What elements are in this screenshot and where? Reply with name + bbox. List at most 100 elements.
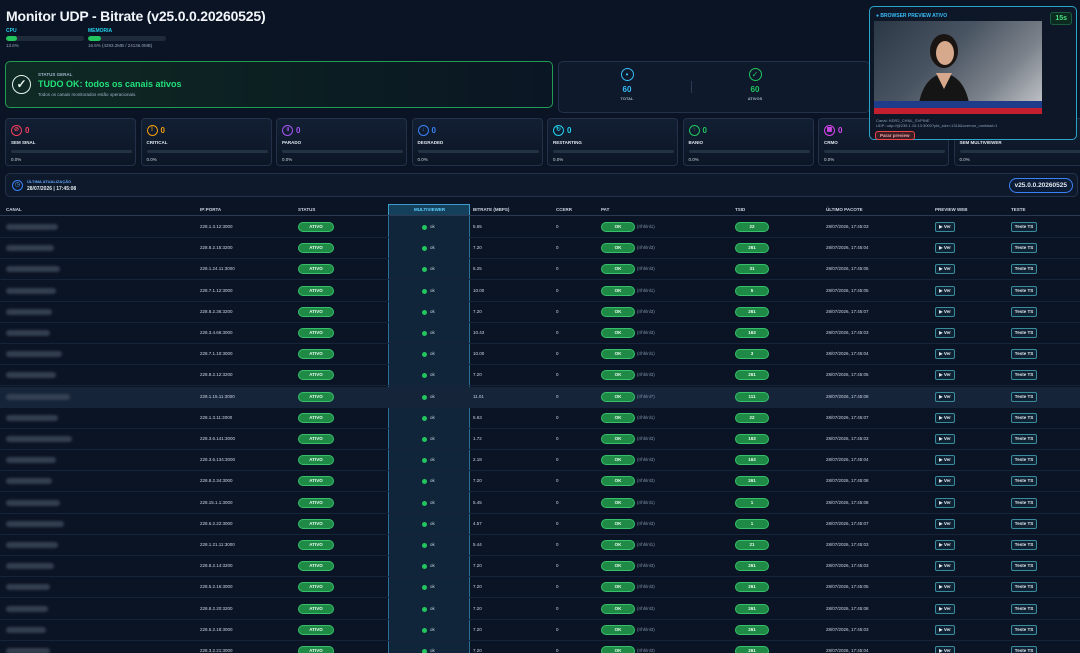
- table-row[interactable]: 228.3.6.134:3000 ATIVO ok 2.18 0 OK (r/hhlnl3)…: [0, 450, 1080, 472]
- channel-name-redacted: [6, 626, 46, 633]
- clock-icon: ◷: [12, 180, 23, 191]
- test-ts-button[interactable]: Teste TS: [1011, 222, 1037, 232]
- test-ts-button[interactable]: Teste TS: [1011, 561, 1037, 572]
- table-row[interactable]: 228.1.3.11:3000 ATIVO ok 5.63 0 OK (r/hhlnl1) 2…: [0, 408, 1080, 429]
- test-ts-button[interactable]: Teste TS: [1011, 370, 1037, 381]
- table-row[interactable]: 228.8.2.20:3200 ATIVO ok 7.20 0 OK (r/hhlnl3) 2…: [0, 599, 1080, 620]
- category-card-critical[interactable]: ! 0 CRITICAL 0.0%: [140, 118, 272, 166]
- ip-port: 228.3.6.141:3000: [200, 436, 236, 441]
- pat-info: (r/hhlnl1): [637, 414, 655, 420]
- bitrate-value: 7.20: [473, 584, 482, 590]
- table-row[interactable]: 228.6.2.22:3000 ATIVO ok 4.57 0 OK (r/hhlnl3) 1…: [0, 514, 1080, 535]
- channel-name-redacted: [6, 457, 56, 464]
- test-ts-button[interactable]: Teste TS: [1011, 603, 1037, 614]
- table-row[interactable]: 228.1.3.12:3000 ATIVO ok 5.65 0 OK (r/hhlnl1) 2…: [0, 217, 1080, 238]
- category-bar: [417, 150, 539, 153]
- test-ts-button[interactable]: Teste TS: [1011, 646, 1037, 653]
- preview-button[interactable]: ▶ Ver: [935, 646, 955, 653]
- page-title: Monitor UDP - Bitrate (v25.0.0.20260525): [6, 8, 266, 24]
- preview-button[interactable]: ▶ Ver: [935, 518, 955, 529]
- category-card-degraded[interactable]: ↓ 0 DEGRADED 0.0%: [411, 118, 543, 166]
- preview-button[interactable]: ▶ Ver: [935, 497, 955, 508]
- test-ts-button[interactable]: Teste TS: [1011, 455, 1037, 466]
- preview-button[interactable]: ▶ Ver: [935, 476, 955, 487]
- total-label: TOTAL: [620, 96, 634, 101]
- table-row[interactable]: 228.3.6.141:3000 ATIVO ok 1.72 0 OK (r/hhlnl3)…: [0, 429, 1080, 450]
- preview-button[interactable]: ▶ Ver: [935, 370, 955, 381]
- pat-badge: OK: [601, 561, 635, 572]
- preview-button[interactable]: ▶ Ver: [935, 624, 955, 635]
- th-tsid[interactable]: TSID: [735, 207, 745, 212]
- preview-button[interactable]: ▶ Ver: [935, 582, 955, 593]
- preview-button[interactable]: ▶ Ver: [935, 328, 955, 338]
- browser-preview-panel: ● BROWSER PREVIEW ATIVO 15s Canal: HDR2_…: [869, 6, 1077, 140]
- category-card-banio[interactable]: ↑ 0 BANIO 0.0%: [682, 118, 814, 166]
- preview-button[interactable]: ▶ Ver: [935, 306, 955, 317]
- th-multiviewer[interactable]: MULTIVIEWER: [414, 207, 445, 212]
- table-row[interactable]: 228.7.1.10:3000 ATIVO ok 10.00 0 OK (r/hhlnl1)…: [0, 344, 1080, 366]
- category-card-sem-sinal[interactable]: ⊘ 0 SEM SINAL 0.0%: [5, 118, 136, 166]
- preview-button[interactable]: ▶ Ver: [935, 603, 955, 614]
- table-row[interactable]: 228.8.2.15:3200 ATIVO ok 7.20 0 OK (r/hhlnl3) 2…: [0, 238, 1080, 260]
- stop-preview-button[interactable]: Parar preview: [875, 131, 915, 140]
- table-row[interactable]: 228.3.2.21:3000 ATIVO ok 7.20 0 OK (r/hhlnl3) 2…: [0, 641, 1080, 653]
- test-ts-button[interactable]: Teste TS: [1011, 391, 1037, 402]
- table-row[interactable]: 228.1.15.11:3000 ATIVO ok 11.01 0 OK (r/hhlnl7…: [0, 386, 1080, 408]
- preview-button[interactable]: ▶ Ver: [935, 264, 955, 275]
- tsid-badge: 1: [735, 497, 769, 508]
- table-row[interactable]: 228.5.2.16:3000 ATIVO ok 7.20 0 OK (r/hhlnl3) 2…: [0, 577, 1080, 599]
- th-pat[interactable]: PAT: [601, 207, 609, 212]
- preview-button[interactable]: ▶ Ver: [935, 434, 955, 444]
- th-status[interactable]: STATUS: [298, 207, 315, 212]
- category-card-parado[interactable]: ॥ 0 PARADO 0.0%: [276, 118, 407, 166]
- th-canal[interactable]: CANAL: [6, 207, 22, 212]
- ccerr-value: 0: [556, 414, 559, 420]
- table-row[interactable]: 228.3.4.66:3000 ATIVO ok 10.43 0 OK (r/hhlnl3)…: [0, 323, 1080, 344]
- test-ts-button[interactable]: Teste TS: [1011, 434, 1037, 444]
- table-row[interactable]: 228.8.2.34:3000 ATIVO ok 7.20 0 OK (r/hhlnl3) 2…: [0, 471, 1080, 493]
- test-ts-button[interactable]: Teste TS: [1011, 328, 1037, 338]
- test-ts-button[interactable]: Teste TS: [1011, 582, 1037, 593]
- preview-button[interactable]: ▶ Ver: [935, 243, 955, 254]
- multiviewer-ok-icon: [422, 394, 427, 400]
- preview-button[interactable]: ▶ Ver: [935, 285, 955, 296]
- table-row[interactable]: 228.8.2.12:3200 ATIVO ok 7.20 0 OK (r/hhlnl3) 2…: [0, 365, 1080, 387]
- table-row[interactable]: 228.8.2.14:3200 ATIVO ok 7.20 0 OK (r/hhlnl3) 2…: [0, 556, 1080, 578]
- table-row[interactable]: 228.15.1.1:3000 ATIVO ok 5.45 0 OK (r/hhlnl1) 1…: [0, 493, 1080, 514]
- test-ts-button[interactable]: Teste TS: [1011, 264, 1037, 275]
- preview-button[interactable]: ▶ Ver: [935, 455, 955, 466]
- th-ccerr[interactable]: CCERR: [556, 207, 572, 212]
- test-ts-button[interactable]: Teste TS: [1011, 518, 1037, 529]
- tsid-badge: 261: [735, 476, 769, 487]
- table-row[interactable]: 228.1.21.11:3000 ATIVO ok 5.44 0 OK (r/hhlnl1)…: [0, 535, 1080, 556]
- test-ts-button[interactable]: Teste TS: [1011, 243, 1037, 254]
- preview-button[interactable]: ▶ Ver: [935, 222, 955, 232]
- test-ts-button[interactable]: Teste TS: [1011, 349, 1037, 360]
- table-row[interactable]: 228.1.24.11:3000 ATIVO ok 5.25 0 OK (r/hhlnl3)…: [0, 259, 1080, 281]
- preview-button[interactable]: ▶ Ver: [935, 561, 955, 572]
- test-ts-button[interactable]: Teste TS: [1011, 412, 1037, 423]
- preview-video[interactable]: [874, 21, 1042, 114]
- multiviewer-status: ok: [430, 414, 435, 420]
- th-bitrate[interactable]: BITRATE (MBPS): [473, 207, 509, 212]
- th-ip-porta[interactable]: IP:PORTA: [200, 207, 221, 212]
- test-ts-button[interactable]: Teste TS: [1011, 497, 1037, 508]
- th-preview-web[interactable]: PREVIEW WEB: [935, 207, 968, 212]
- table-row[interactable]: 228.5.2.18:3000 ATIVO ok 7.20 0 OK (r/hhlnl3) 2…: [0, 620, 1080, 641]
- ccerr-value: 0: [556, 542, 559, 547]
- test-ts-button[interactable]: Teste TS: [1011, 540, 1037, 550]
- preview-button[interactable]: ▶ Ver: [935, 391, 955, 402]
- table-row[interactable]: 228.8.2.36:3200 ATIVO ok 7.20 0 OK (r/hhlnl3) 2…: [0, 302, 1080, 323]
- test-ts-button[interactable]: Teste TS: [1011, 476, 1037, 487]
- multiviewer-ok-icon: [422, 373, 427, 379]
- preview-button[interactable]: ▶ Ver: [935, 540, 955, 550]
- test-ts-button[interactable]: Teste TS: [1011, 624, 1037, 635]
- test-ts-button[interactable]: Teste TS: [1011, 285, 1037, 296]
- table-row[interactable]: 228.7.1.12:3000 ATIVO ok 10.00 0 OK (r/hhlnl1)…: [0, 281, 1080, 302]
- th-ultimo-pacote[interactable]: ÚLTIMO PACOTE: [826, 207, 863, 212]
- category-card-restarting[interactable]: ↻ 0 RESTARTING 0.0%: [547, 118, 678, 166]
- test-ts-button[interactable]: Teste TS: [1011, 306, 1037, 317]
- th-teste[interactable]: TESTE: [1011, 207, 1026, 212]
- preview-button[interactable]: ▶ Ver: [935, 412, 955, 423]
- preview-button[interactable]: ▶ Ver: [935, 349, 955, 360]
